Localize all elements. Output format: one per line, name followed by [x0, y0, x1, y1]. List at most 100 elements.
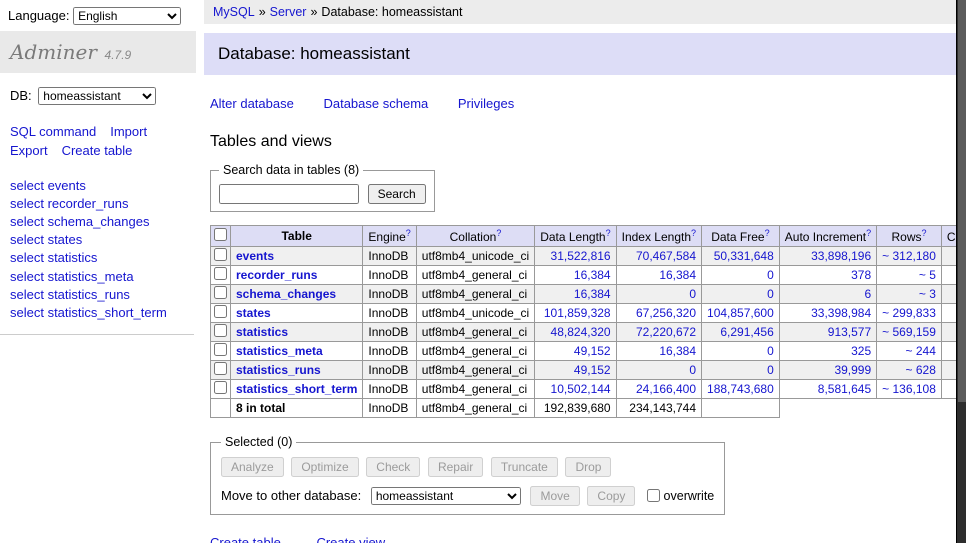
language-label: Language: [8, 8, 69, 23]
sidebar-table-link-states[interactable]: select states [10, 231, 184, 249]
col-header-rows: Rows? [877, 226, 942, 247]
sidebar-table-link-statistics-short-term[interactable]: select statistics_short_term [10, 304, 184, 322]
breadcrumb-link-mysql[interactable]: MySQL [213, 5, 255, 19]
vertical-scrollbar[interactable] [956, 0, 966, 543]
rows-link[interactable]: ~ 3 [919, 287, 936, 301]
rows-link[interactable]: ~ 136,108 [882, 382, 936, 396]
scrollbar-thumb[interactable] [958, 0, 966, 402]
select-all-checkbox[interactable] [214, 228, 227, 241]
index-length-cell: 72,220,672 [616, 323, 701, 342]
engine-cell: InnoDB [363, 247, 416, 266]
help-icon[interactable]: ? [606, 228, 611, 238]
row-checkbox[interactable] [214, 381, 227, 394]
sidebar-table-link-statistics-runs[interactable]: select statistics_runs [10, 286, 184, 304]
rows-link[interactable]: ~ 5 [919, 268, 936, 282]
db-select[interactable]: homeassistant [38, 87, 156, 105]
move-button[interactable]: Move [530, 486, 579, 506]
rows-link[interactable]: ~ 244 [906, 344, 936, 358]
sidebar-table-link-events[interactable]: select events [10, 177, 184, 195]
search-input[interactable] [219, 184, 359, 204]
table-link[interactable]: schema_changes [236, 287, 336, 301]
rows-link[interactable]: ~ 299,833 [882, 306, 936, 320]
sidebar-table-link-schema-changes[interactable]: select schema_changes [10, 213, 184, 231]
index-length-cell: 24,166,400 [616, 380, 701, 399]
rows-link[interactable]: ~ 312,180 [882, 249, 936, 263]
copy-button[interactable]: Copy [587, 486, 635, 506]
link-privileges[interactable]: Privileges [458, 96, 514, 111]
app-version: 4.7.9 [105, 48, 132, 62]
table-row: states InnoDB utf8mb4_unicode_ci 101,859… [211, 304, 966, 323]
page-title: Database: homeassistant [204, 33, 966, 75]
sidebar-link-export[interactable]: Export [10, 143, 48, 158]
row-checkbox[interactable] [214, 362, 227, 375]
data-length-cell: 10,502,144 [535, 380, 616, 399]
breadcrumb: MySQL»Server»Database: homeassistant [204, 0, 966, 24]
sidebar-link-sql-command[interactable]: SQL command [10, 124, 96, 139]
language-row: Language: English [0, 5, 196, 31]
help-icon[interactable]: ? [496, 228, 501, 238]
table-link[interactable]: statistics [236, 325, 288, 339]
truncate-button[interactable]: Truncate [491, 457, 558, 477]
rows-cell: ~ 244 [877, 342, 942, 361]
analyze-button[interactable]: Analyze [221, 457, 284, 477]
rows-link[interactable]: ~ 628 [906, 363, 936, 377]
data-length-cell: 49,152 [535, 342, 616, 361]
sidebar-table-link-recorder-runs[interactable]: select recorder_runs [10, 195, 184, 213]
breadcrumb-link-server[interactable]: Server [270, 5, 307, 19]
db-label: DB: [10, 88, 32, 103]
row-checkbox[interactable] [214, 248, 227, 261]
link-create-table[interactable]: Create table [210, 535, 281, 543]
row-checkbox[interactable] [214, 286, 227, 299]
row-checkbox[interactable] [214, 324, 227, 337]
engine-cell: InnoDB [363, 285, 416, 304]
row-checkbox[interactable] [214, 305, 227, 318]
sidebar-table-link-statistics[interactable]: select statistics [10, 249, 184, 267]
search-fieldset: Search data in tables (8) Search [210, 163, 435, 212]
row-checkbox[interactable] [214, 267, 227, 280]
data-length-cell: 16,384 [535, 266, 616, 285]
selected-fieldset: Selected (0) Analyze Optimize Check Repa… [210, 435, 725, 515]
sidebar-table-list: select events select recorder_runs selec… [0, 173, 194, 336]
index-length-cell: 16,384 [616, 342, 701, 361]
breadcrumb-separator: » [259, 5, 266, 19]
optimize-button[interactable]: Optimize [291, 457, 358, 477]
table-row: statistics_short_term InnoDB utf8mb4_gen… [211, 380, 966, 399]
index-length-cell: 67,256,320 [616, 304, 701, 323]
table-link[interactable]: statistics_short_term [236, 382, 357, 396]
table-row: schema_changes InnoDB utf8mb4_general_ci… [211, 285, 966, 304]
link-database-schema[interactable]: Database schema [323, 96, 428, 111]
overwrite-checkbox[interactable] [647, 489, 660, 502]
table-link[interactable]: recorder_runs [236, 268, 317, 282]
table-row: statistics InnoDB utf8mb4_general_ci 48,… [211, 323, 966, 342]
collation-cell: utf8mb4_general_ci [416, 361, 534, 380]
help-icon[interactable]: ? [691, 228, 696, 238]
help-icon[interactable]: ? [406, 228, 411, 238]
row-checkbox[interactable] [214, 343, 227, 356]
repair-button[interactable]: Repair [428, 457, 483, 477]
selected-legend: Selected (0) [221, 435, 296, 449]
sidebar-link-create-table[interactable]: Create table [62, 143, 133, 158]
search-button[interactable]: Search [368, 184, 426, 204]
help-icon[interactable]: ? [866, 228, 871, 238]
app-title: Adminer [10, 40, 97, 64]
table-link[interactable]: events [236, 249, 274, 263]
sidebar-link-import[interactable]: Import [110, 124, 147, 139]
auto-increment-cell: 33,398,984 [779, 304, 876, 323]
move-db-select[interactable]: homeassistant [371, 487, 521, 505]
section-heading-tables: Tables and views [210, 133, 966, 151]
link-alter-database[interactable]: Alter database [210, 96, 294, 111]
help-icon[interactable]: ? [765, 228, 770, 238]
check-button[interactable]: Check [366, 457, 420, 477]
drop-button[interactable]: Drop [565, 457, 611, 477]
table-link[interactable]: states [236, 306, 271, 320]
overwrite-label: overwrite [664, 489, 715, 503]
table-link[interactable]: statistics_meta [236, 344, 323, 358]
data-length-cell: 31,522,816 [535, 247, 616, 266]
sidebar-table-link-statistics-meta[interactable]: select statistics_meta [10, 268, 184, 286]
link-create-view[interactable]: Create view [316, 535, 385, 543]
table-link[interactable]: statistics_runs [236, 363, 321, 377]
rows-link[interactable]: ~ 569,159 [882, 325, 936, 339]
language-select[interactable]: English [73, 7, 181, 25]
help-icon[interactable]: ? [922, 228, 927, 238]
col-header-data-length: Data Length? [535, 226, 616, 247]
